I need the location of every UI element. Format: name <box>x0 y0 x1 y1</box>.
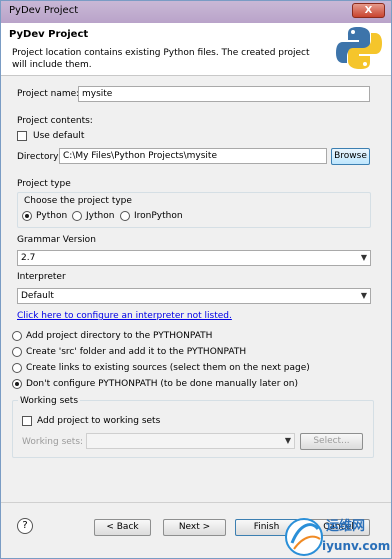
radio-ironpython-label: IronPython <box>134 211 183 221</box>
close-window-button[interactable]: X <box>352 3 385 18</box>
next-button[interactable]: Next > <box>163 519 226 536</box>
wizard-title: PyDev Project <box>9 29 89 40</box>
interpreter-label: Interpreter <box>17 272 66 282</box>
grammar-version-label: Grammar Version <box>17 235 96 245</box>
directory-input[interactable]: C:\My Files\Python Projects\mysite <box>59 148 327 164</box>
directory-label: Directory <box>17 152 59 162</box>
interpreter-value: Default <box>21 291 54 301</box>
footer-separator <box>1 502 391 503</box>
radio-dont-configure-label: Don't configure PYTHONPATH (to be done m… <box>26 379 298 389</box>
radio-jython-label: Jython <box>86 211 115 221</box>
radio-add-project-dir[interactable] <box>12 331 22 341</box>
window-title: PyDev Project <box>9 5 79 16</box>
chevron-down-icon: ▼ <box>284 436 291 445</box>
radio-create-links-label: Create links to existing sources (select… <box>26 363 310 373</box>
project-name-input[interactable]: mysite <box>78 86 370 102</box>
grammar-version-value: 2.7 <box>21 253 36 263</box>
project-type-group-label: Choose the project type <box>24 196 132 206</box>
radio-dont-configure[interactable] <box>12 379 22 389</box>
chevron-down-icon: ▼ <box>360 291 367 300</box>
project-contents-label: Project contents: <box>17 116 93 126</box>
site-watermark: 运维网 iyunv.com <box>282 509 392 559</box>
chevron-down-icon: ▼ <box>360 253 367 262</box>
radio-ironpython[interactable] <box>120 211 130 221</box>
working-sets-select[interactable]: ▼ <box>86 433 295 449</box>
python-logo-icon <box>336 27 382 69</box>
radio-create-src-label: Create 'src' folder and add it to the PY… <box>26 347 247 357</box>
wizard-header: PyDev Project Project location contains … <box>1 23 391 76</box>
project-type-label: Project type <box>17 179 71 189</box>
browse-button[interactable]: Browse <box>331 148 370 165</box>
add-to-working-sets-checkbox[interactable] <box>22 416 32 426</box>
use-default-checkbox[interactable] <box>17 131 27 141</box>
radio-create-links[interactable] <box>12 363 22 373</box>
configure-interpreter-link[interactable]: Click here to configure an interpreter n… <box>17 311 232 321</box>
working-sets-field-label: Working sets: <box>22 437 84 447</box>
radio-python-label: Python <box>36 211 68 221</box>
interpreter-select[interactable]: Default ▼ <box>17 288 371 304</box>
help-icon[interactable]: ? <box>17 518 33 534</box>
watermark-text-cn: 运维网 <box>326 519 366 534</box>
radio-python[interactable] <box>22 211 32 221</box>
back-button[interactable]: < Back <box>94 519 151 536</box>
wizard-message: Project location contains existing Pytho… <box>12 48 310 70</box>
radio-create-src[interactable] <box>12 347 22 357</box>
use-default-label: Use default <box>33 131 85 141</box>
radio-add-project-dir-label: Add project directory to the PYTHONPATH <box>26 331 213 341</box>
project-name-label: Project name: <box>17 89 80 99</box>
radio-jython[interactable] <box>72 211 82 221</box>
add-to-working-sets-label: Add project to working sets <box>37 416 161 426</box>
title-bar[interactable]: PyDev Project X <box>1 1 391 23</box>
watermark-text-url: iyunv.com <box>322 539 391 553</box>
grammar-version-select[interactable]: 2.7 ▼ <box>17 250 371 266</box>
working-sets-label: Working sets <box>18 396 81 406</box>
select-working-sets-button[interactable]: Select... <box>300 433 363 450</box>
